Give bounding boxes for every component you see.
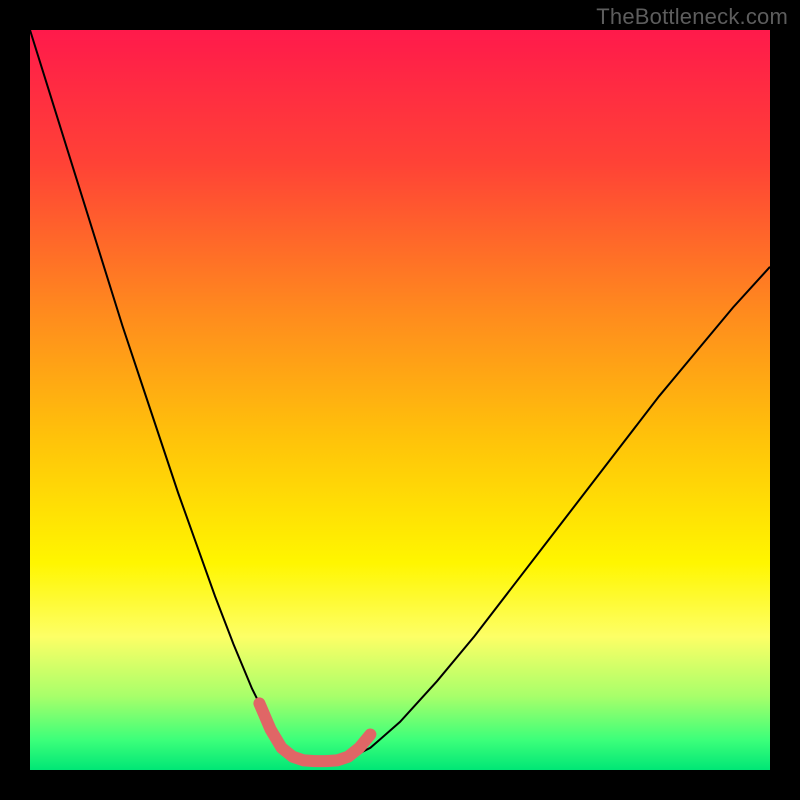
- chart-canvas: [0, 0, 800, 800]
- chart-frame: TheBottleneck.com: [0, 0, 800, 800]
- plot-background: [30, 30, 770, 770]
- watermark-text: TheBottleneck.com: [596, 4, 788, 30]
